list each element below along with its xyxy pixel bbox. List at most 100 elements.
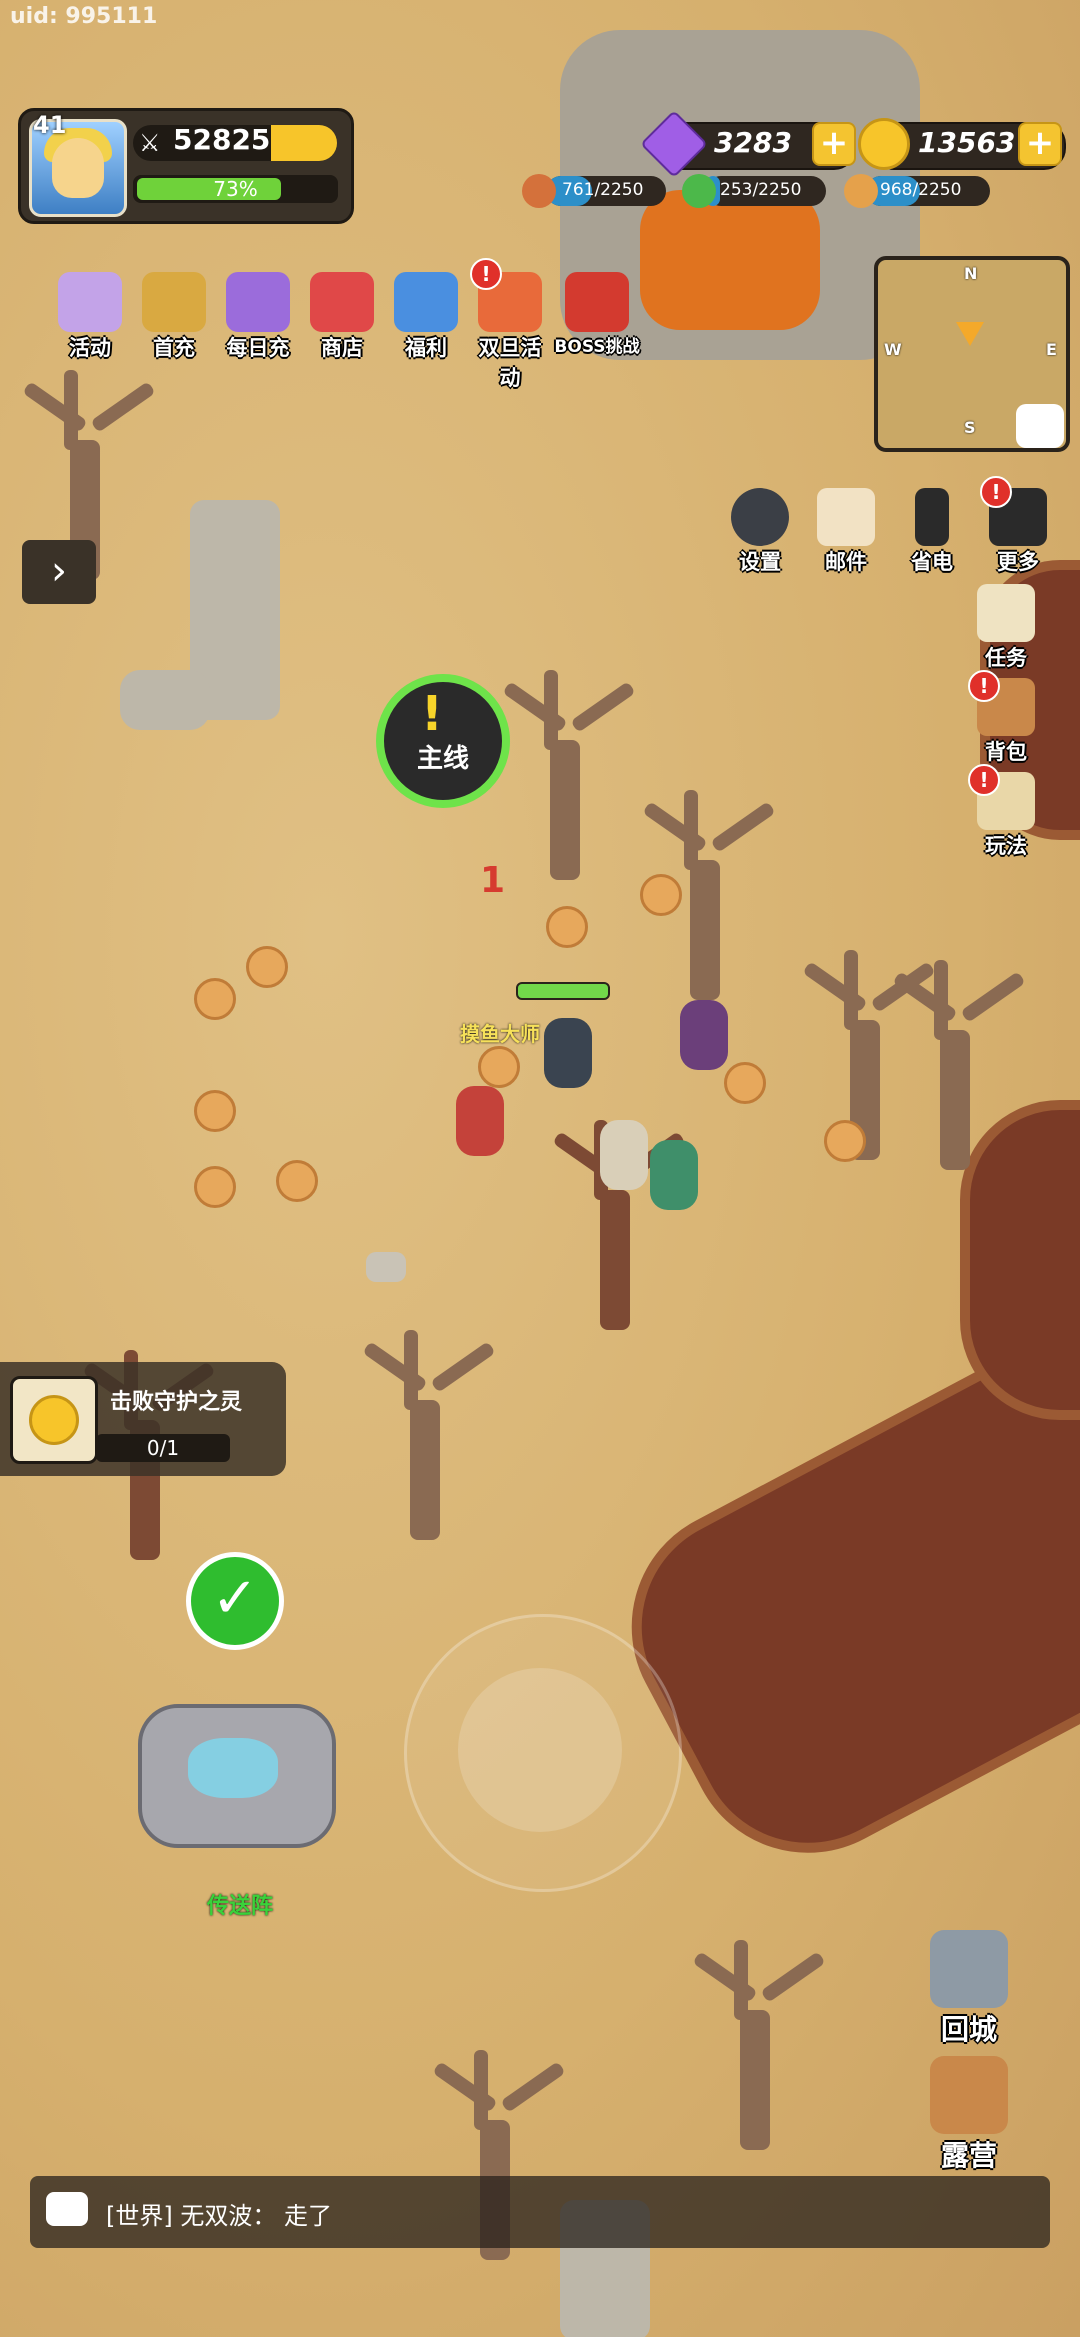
minimap-east: E: [1046, 340, 1057, 359]
enemy-character[interactable]: [650, 1140, 698, 1210]
power-save-button[interactable]: 省电: [892, 488, 972, 576]
camera-icon[interactable]: [1016, 404, 1064, 448]
menu-daily-recharge[interactable]: 每日充: [218, 272, 298, 392]
menu-activity[interactable]: 活动: [50, 272, 130, 392]
wood-log-resource[interactable]: [276, 1160, 318, 1202]
add-gold-button[interactable]: +: [1018, 122, 1062, 166]
task-coin-icon: [10, 1376, 98, 1464]
crossed-swords-icon: ⚔: [139, 129, 161, 157]
camp-tent-icon: [930, 2056, 1008, 2134]
mail-icon: [817, 488, 875, 546]
menu-first-recharge[interactable]: 首充: [134, 272, 214, 392]
player-level: 41: [33, 111, 67, 139]
wood-log-resource[interactable]: [640, 874, 682, 916]
ore-resource[interactable]: [366, 1252, 406, 1282]
gameplay-button[interactable]: 玩法 !: [966, 764, 1046, 860]
mail-button[interactable]: 邮件: [806, 488, 886, 576]
menu-label: 每日充: [226, 336, 290, 360]
menu-label: 双旦活动: [478, 336, 542, 390]
meat-resource-value: 761/2250: [562, 180, 644, 200]
wood-log-resource[interactable]: [724, 1062, 766, 1104]
first-recharge-icon: [142, 272, 206, 332]
enemy-character[interactable]: [680, 1000, 728, 1070]
menu-label: 福利: [405, 336, 447, 360]
portal-core: [188, 1738, 278, 1798]
gold-coin-icon: [858, 118, 910, 170]
wood-log-resource[interactable]: [824, 1120, 866, 1162]
quest-label: 任务: [985, 646, 1027, 670]
wood-resource-value: 968/2250: [880, 180, 962, 200]
rock: [120, 670, 210, 730]
daily-recharge-icon: [226, 272, 290, 332]
player-position-marker-icon: [956, 322, 984, 346]
wood-log-resource[interactable]: [194, 1166, 236, 1208]
backpack-label: 背包: [985, 740, 1027, 764]
return-city-button[interactable]: 回城: [924, 1930, 1014, 2048]
main-quest-label: 主线: [416, 744, 469, 774]
exp-percent: 73%: [213, 177, 258, 201]
task-tracker[interactable]: 击败守护之灵 0/1: [0, 1362, 286, 1476]
wood-log-resource[interactable]: [478, 1046, 520, 1088]
mail-label: 邮件: [825, 550, 867, 574]
enemy-character[interactable]: [600, 1120, 648, 1190]
herb-icon: [682, 174, 716, 208]
npc-character[interactable]: [544, 1018, 592, 1088]
shop-icon: [310, 272, 374, 332]
checkmark-icon: ✓: [186, 1552, 284, 1650]
menu-shop[interactable]: 商店: [302, 272, 382, 392]
npc-health-bar: [516, 982, 610, 1000]
dead-tree: [340, 1320, 510, 1540]
wood-log-resource[interactable]: [546, 906, 588, 948]
scroll-icon: [977, 584, 1035, 642]
chat-bubble-icon[interactable]: [46, 2192, 88, 2226]
activity-chest-icon: [58, 272, 122, 332]
menu-label: 首充: [153, 336, 195, 360]
chat-message: [世界] 无双波： 走了: [106, 2202, 332, 2230]
npc-name-label: 摸鱼大师: [460, 1022, 540, 1046]
gem-value: 3283: [714, 126, 792, 159]
notification-badge: !: [980, 476, 1012, 508]
more-label: 更多: [997, 550, 1039, 574]
backpack-button[interactable]: 背包 !: [966, 670, 1046, 766]
settings-label: 设置: [739, 550, 781, 574]
gear-icon: [731, 488, 789, 546]
battery-icon: [915, 488, 949, 546]
settings-button[interactable]: 设置: [720, 488, 800, 576]
quest-button[interactable]: 任务: [966, 584, 1046, 672]
settings-row: 设置 邮件 省电 更多 !: [720, 476, 1058, 576]
portal-label: 传送阵: [206, 1894, 273, 1919]
wood-icon: [844, 174, 878, 208]
player-character: [456, 1086, 504, 1156]
minimap-north: N: [964, 264, 978, 283]
wood-log-resource[interactable]: [246, 946, 288, 988]
menu-holiday-event[interactable]: 双旦活动 !: [470, 258, 550, 392]
menu-boss-challenge[interactable]: BOSS挑战: [554, 272, 640, 392]
task-progress: 0/1: [146, 1436, 180, 1460]
camp-button[interactable]: 露营: [924, 2056, 1014, 2174]
combat-power-value: 52825: [173, 123, 271, 156]
meat-icon: [522, 174, 556, 208]
expand-arrow-button[interactable]: ›: [22, 540, 96, 604]
menu-label: BOSS挑战: [554, 337, 640, 357]
side-menu: 任务 背包 ! 玩法 !: [966, 584, 1046, 860]
return-city-icon: [930, 1930, 1008, 2008]
menu-welfare[interactable]: 福利: [386, 272, 466, 392]
notification-badge: !: [470, 258, 502, 290]
herb-resource-value: 253/2250: [720, 180, 802, 200]
gold-value: 13563: [918, 126, 1016, 159]
add-gems-button[interactable]: +: [812, 122, 856, 166]
notification-badge: !: [968, 670, 1000, 702]
joystick-knob[interactable]: [458, 1668, 622, 1832]
power-flame-icon: [271, 125, 337, 161]
gameplay-label: 玩法: [985, 834, 1027, 858]
power-save-label: 省电: [911, 550, 953, 574]
player-panel[interactable]: 41 ⚔ 52825 73%: [18, 108, 354, 224]
wood-log-resource[interactable]: [194, 978, 236, 1020]
wood-log-resource[interactable]: [194, 1090, 236, 1132]
more-button[interactable]: 更多 !: [978, 476, 1058, 576]
minimap-south: S: [964, 418, 976, 437]
top-menu: 活动 首充 每日充 商店 福利 双旦活动 ! BOSS挑战: [50, 258, 640, 392]
chat-bar[interactable]: [世界] 无双波： 走了: [30, 2176, 1050, 2248]
menu-label: 商店: [321, 336, 363, 360]
damage-number: 1: [480, 860, 506, 901]
